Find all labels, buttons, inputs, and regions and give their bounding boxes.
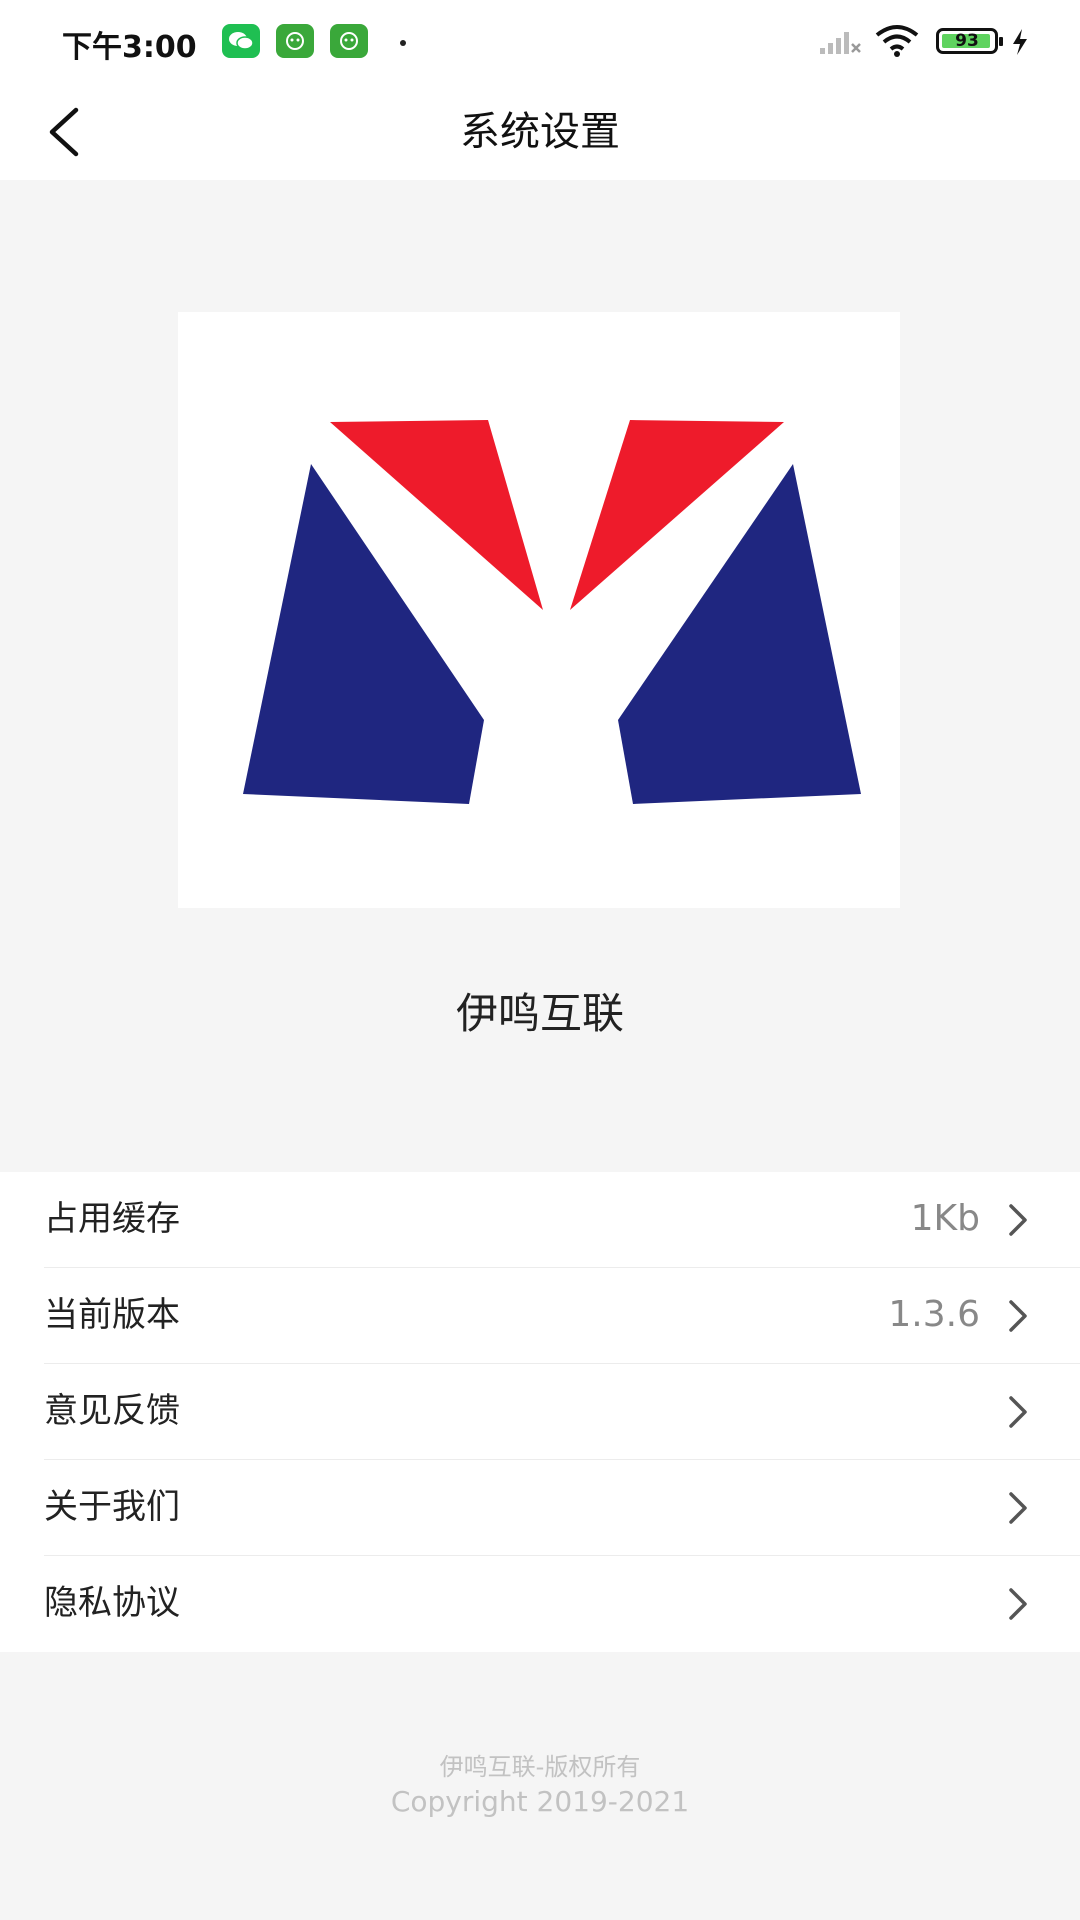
- brand-hero: 伊鸣互联: [0, 180, 1080, 1170]
- copyright-footer: 伊鸣互联-版权所有 Copyright 2019-2021: [0, 1750, 1080, 1820]
- chevron-right-icon: [1009, 1588, 1027, 1620]
- menu-item-cache[interactable]: 占用缓存 1Kb: [0, 1172, 1080, 1268]
- copyright-years: Copyright 2019-2021: [390, 1785, 690, 1818]
- menu-item-label: 隐私协议: [44, 1583, 180, 1623]
- menu-item-label: 当前版本: [44, 1295, 180, 1335]
- battery-icon: 93: [936, 28, 1003, 54]
- wechat-icon: [222, 24, 260, 58]
- wifi-icon: [874, 24, 920, 62]
- charging-icon: [1010, 28, 1030, 60]
- brand-name: 伊鸣互联: [455, 989, 624, 1038]
- menu-item-feedback[interactable]: 意见反馈: [0, 1364, 1080, 1460]
- notification-dot-icon: [400, 40, 406, 46]
- nav-bar: 系统设置: [0, 84, 1080, 180]
- menu-item-privacy[interactable]: 隐私协议: [0, 1556, 1080, 1652]
- chevron-right-icon: [1009, 1492, 1027, 1524]
- app-icon: [276, 24, 314, 58]
- menu-item-value: 1.3.6: [888, 1294, 980, 1335]
- status-time: 下午3:00: [62, 30, 197, 65]
- menu-item-label: 意见反馈: [44, 1391, 180, 1431]
- chevron-right-icon: [1009, 1300, 1027, 1332]
- status-bar: 下午3:00 93: [0, 0, 1080, 84]
- menu-item-about[interactable]: 关于我们: [0, 1460, 1080, 1556]
- menu-item-version[interactable]: 当前版本 1.3.6: [0, 1268, 1080, 1364]
- copyright-owner: 伊鸣互联-版权所有: [439, 1753, 641, 1781]
- battery-level: 93: [955, 31, 979, 51]
- brand-logo: [178, 312, 900, 908]
- page-title: 系统设置: [460, 109, 620, 155]
- chevron-right-icon: [1009, 1396, 1027, 1428]
- app-icon: [330, 24, 368, 58]
- settings-menu: 占用缓存 1Kb 当前版本 1.3.6 意见反馈 关于我们 隐私协议: [0, 1172, 1080, 1652]
- menu-item-value: 1Kb: [910, 1198, 980, 1239]
- menu-item-label: 占用缓存: [44, 1199, 180, 1239]
- menu-item-label: 关于我们: [44, 1487, 180, 1527]
- chevron-right-icon: [1009, 1204, 1027, 1236]
- signal-icon: [818, 28, 862, 60]
